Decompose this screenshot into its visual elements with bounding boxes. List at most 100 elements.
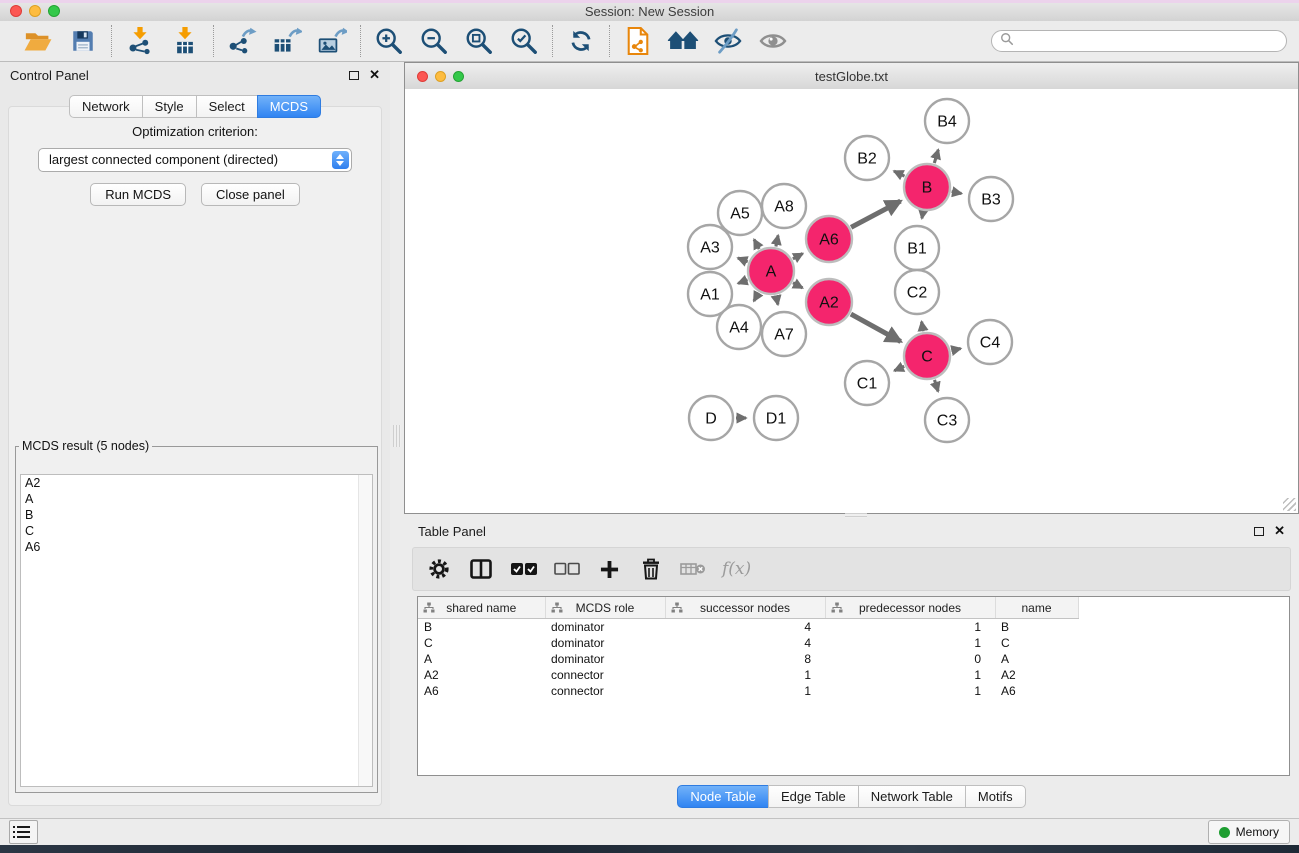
memory-button[interactable]: Memory [1208, 820, 1290, 844]
node-label-A3: A3 [700, 240, 720, 257]
vertical-splitter-handle[interactable] [393, 425, 401, 447]
export-network-icon[interactable] [225, 25, 259, 57]
refresh-icon[interactable] [564, 25, 598, 57]
node-label-D: D [705, 411, 717, 428]
table-row[interactable]: Cdominator41C [418, 635, 1078, 651]
home-neighbors-icon[interactable] [666, 25, 700, 57]
network-graph[interactable]: B4B2BB3A8A5A6A3B1AC2A1A2A4A7C4CC1DD1C3 [405, 89, 1298, 513]
memory-label: Memory [1236, 825, 1279, 839]
zoom-in-icon[interactable] [372, 25, 406, 57]
table-row[interactable]: A6connector11A6 [418, 683, 1078, 699]
edge-B-B4[interactable] [934, 150, 938, 163]
tab-network-table[interactable]: Network Table [858, 785, 966, 808]
column-header-name[interactable]: name [995, 597, 1078, 619]
mcds-result-item[interactable]: A [21, 491, 372, 507]
desktop-wallpaper-strip [0, 845, 1299, 853]
edge-A-A2[interactable] [793, 283, 803, 288]
edge-A-A4[interactable] [754, 293, 759, 301]
minimize-window-button[interactable] [29, 5, 41, 17]
search-field[interactable] [991, 30, 1287, 52]
column-header-MCDS-role[interactable]: MCDS role [545, 597, 665, 619]
edge-A-A6[interactable] [793, 254, 803, 259]
deselect-all-columns-icon[interactable] [554, 555, 580, 583]
optimization-select[interactable]: largest connected component (directed) [38, 148, 352, 172]
app-titlebar[interactable]: Session: New Session [0, 0, 1299, 22]
network-close-button[interactable] [417, 71, 428, 82]
column-header-shared-name[interactable]: shared name [418, 597, 545, 619]
search-input[interactable] [1019, 33, 1278, 49]
mcds-result-item[interactable]: C [21, 523, 372, 539]
table-settings-gear-icon[interactable] [426, 555, 452, 583]
tab-select[interactable]: Select [196, 95, 258, 118]
edge-A6-B[interactable] [851, 201, 900, 227]
zoom-selected-icon[interactable] [507, 25, 541, 57]
close-panel-button[interactable]: Close panel [201, 183, 300, 206]
tab-edge-table[interactable]: Edge Table [768, 785, 859, 808]
table-cell: 1 [825, 635, 995, 651]
table-row[interactable]: A2connector11A2 [418, 667, 1078, 683]
add-column-icon[interactable] [596, 555, 622, 583]
network-from-file-icon[interactable] [621, 25, 655, 57]
tab-motifs[interactable]: Motifs [965, 785, 1026, 808]
control-panel-header: Control Panel ✕ [0, 62, 390, 88]
open-file-icon[interactable] [21, 25, 55, 57]
delete-column-trash-icon[interactable] [638, 555, 664, 583]
column-header-predecessor-nodes[interactable]: predecessor nodes [825, 597, 995, 619]
tab-mcds[interactable]: MCDS [257, 95, 321, 118]
mcds-result-item[interactable]: B [21, 507, 372, 523]
tab-node-table[interactable]: Node Table [677, 785, 769, 808]
import-network-icon[interactable] [123, 25, 157, 57]
edge-C-C2[interactable] [922, 322, 924, 332]
table-cell: B [418, 619, 545, 636]
tab-style[interactable]: Style [142, 95, 197, 118]
main-toolbar [0, 21, 1299, 62]
window-resize-grip[interactable] [1283, 498, 1296, 511]
run-mcds-button[interactable]: Run MCDS [90, 183, 186, 206]
edge-B-B3[interactable] [952, 192, 962, 194]
table-cell: A [418, 651, 545, 667]
network-window-titlebar[interactable]: testGlobe.txt [405, 63, 1298, 90]
edge-C-C3[interactable] [935, 380, 939, 392]
show-graphics-details-icon[interactable] [756, 25, 790, 57]
float-table-panel-icon[interactable] [1254, 527, 1264, 536]
edge-C-C1[interactable] [894, 366, 904, 370]
edge-A-A5[interactable] [754, 240, 759, 250]
close-table-panel-icon[interactable]: ✕ [1274, 526, 1285, 536]
export-table-icon[interactable] [270, 25, 304, 57]
mcds-result-list[interactable]: A2ABCA6 [20, 474, 373, 787]
close-panel-icon[interactable]: ✕ [369, 70, 380, 80]
edge-A-A1[interactable] [738, 280, 748, 284]
network-canvas[interactable]: B4B2BB3A8A5A6A3B1AC2A1A2A4A7C4CC1DD1C3 [405, 89, 1298, 513]
select-all-columns-icon[interactable] [510, 555, 538, 583]
column-header-successor-nodes[interactable]: successor nodes [665, 597, 825, 619]
edge-C-C4[interactable] [951, 349, 960, 351]
edge-B-B2[interactable] [894, 171, 905, 176]
table-row[interactable]: Adominator80A [418, 651, 1078, 667]
edge-A2-C[interactable] [851, 314, 901, 341]
function-builder-icon[interactable]: f(x) [722, 555, 751, 583]
scrollbar-track[interactable] [358, 475, 372, 786]
close-window-button[interactable] [10, 5, 22, 17]
export-image-icon[interactable] [315, 25, 349, 57]
edge-B-B1[interactable] [922, 212, 923, 219]
edge-A-A8[interactable] [776, 235, 778, 246]
delete-table-icon[interactable] [680, 555, 706, 583]
edge-A-A7[interactable] [776, 296, 778, 305]
zoom-fit-icon[interactable] [462, 25, 496, 57]
zoom-out-icon[interactable] [417, 25, 451, 57]
mcds-result-item[interactable]: A2 [21, 475, 372, 491]
import-table-icon[interactable] [168, 25, 202, 57]
hide-graphics-details-icon[interactable] [711, 25, 745, 57]
column-layout-icon[interactable] [468, 555, 494, 583]
zoom-window-button[interactable] [48, 5, 60, 17]
task-history-button[interactable] [9, 820, 38, 844]
float-panel-icon[interactable] [349, 71, 359, 80]
network-zoom-button[interactable] [453, 71, 464, 82]
network-minimize-button[interactable] [435, 71, 446, 82]
table-row[interactable]: Bdominator41B [418, 619, 1078, 636]
edge-A-A3[interactable] [738, 258, 748, 262]
node-table[interactable]: shared nameMCDS rolesuccessor nodesprede… [417, 596, 1290, 776]
save-session-icon[interactable] [66, 25, 100, 57]
tab-network[interactable]: Network [69, 95, 143, 118]
mcds-result-item[interactable]: A6 [21, 539, 372, 555]
